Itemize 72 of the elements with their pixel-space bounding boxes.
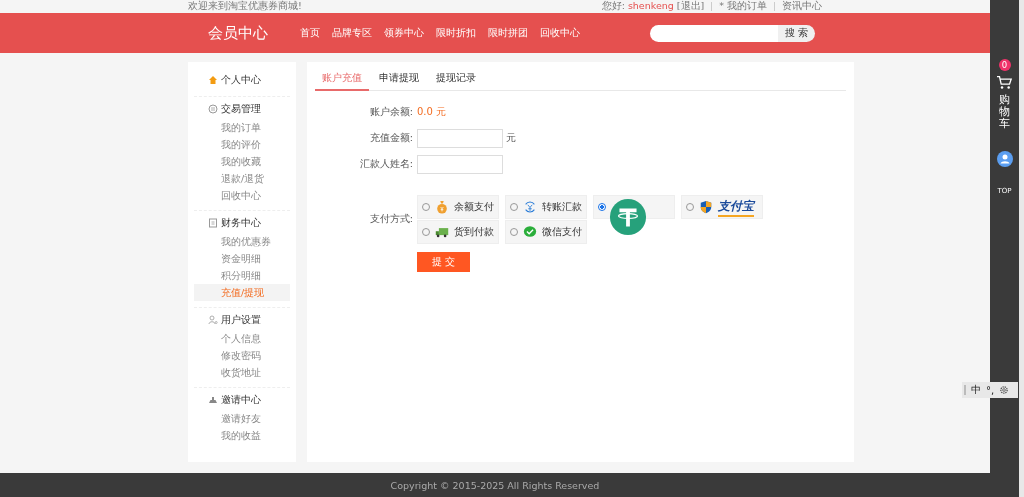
sidebar-item[interactable]: 回收中心 [194,187,290,204]
checkmark-bubble-icon [523,225,537,239]
payment-option[interactable]: 支付宝 [681,195,763,219]
payment-label: 余额支付 [454,200,494,214]
tab[interactable]: 提现记录 [429,69,483,90]
sidebar-item[interactable]: 收货地址 [194,364,290,381]
payment-label: 微信支付 [542,225,582,239]
sidebar-item[interactable]: 我的优惠券 [194,233,290,250]
user-icon [208,315,218,325]
sidebar-item[interactable]: 个人信息 [194,330,290,347]
home-icon [208,75,218,85]
nav-link[interactable]: 品牌专区 [332,26,372,40]
payment-option[interactable]: 微信支付 [505,220,587,244]
sidebar-heading[interactable]: 财务中心 [221,216,261,230]
payment-option[interactable]: 余额支付 [417,195,499,219]
search-button[interactable]: 搜 索 [778,24,815,42]
greeting-text: 您好: [601,0,625,12]
welcome-text: 欢迎来到淘宝优惠券商城! [188,0,302,12]
search-input[interactable] [650,24,778,42]
amount-input[interactable] [417,128,503,148]
payment-option[interactable]: 转账汇款 [505,195,587,219]
sidebar-heading[interactable]: 交易管理 [221,102,261,116]
sidebar-heading[interactable]: 用户设置 [221,313,261,327]
nav-link[interactable]: 回收中心 [540,26,580,40]
cart-count-badge: 0 [998,59,1011,71]
sidebar-item[interactable]: 我的收藏 [194,153,290,170]
sidebar-item[interactable]: 充值/提现 [194,284,290,301]
tab[interactable]: 申请提现 [372,69,426,90]
nav-link[interactable]: 首页 [300,26,320,40]
field-label: 汇款人姓名: [358,157,414,171]
copyright-text: Copyright © 2015-2025 All Rights Reserved [390,479,600,491]
nav-link[interactable]: 领券中心 [384,26,424,40]
nav-link[interactable]: 限时拼团 [488,26,528,40]
yuan-exchange-icon [523,200,537,214]
sidebar-item[interactable]: 退款/退货 [194,170,290,187]
truck-icon [435,225,449,239]
sidebar-item[interactable]: 我的订单 [194,119,290,136]
sidebar-item[interactable]: 我的收益 [194,427,290,444]
avatar-icon[interactable] [996,151,1013,168]
cart-icon[interactable] [996,75,1013,90]
ime-mode[interactable]: 中 [971,383,981,397]
top-link[interactable]: 资讯中心 [782,0,822,12]
sidebar-heading[interactable]: 邀请中心 [221,393,261,407]
sidebar-item[interactable]: 修改密码 [194,347,290,364]
tray-icon [208,395,218,405]
ime-punct[interactable]: °, [986,384,995,396]
logout-link[interactable]: [退出] [676,0,705,12]
username-link[interactable]: shenkeng [627,0,674,12]
field-label: 充值金额: [368,131,414,145]
top-link[interactable]: * 我的订单 [719,0,767,12]
balance-value: 0.0 元 [417,105,447,119]
field-label: 账户余额: [368,105,414,119]
sidebar-item[interactable]: 积分明细 [194,267,290,284]
money-bag-icon [435,200,449,214]
nav-link[interactable]: 限时折扣 [436,26,476,40]
payment-label: 转账汇款 [542,200,582,214]
payment-option[interactable]: 货到付款 [417,220,499,244]
sidebar-item[interactable]: 资金明细 [194,250,290,267]
submit-button[interactable]: 提 交 [417,252,470,272]
tab[interactable]: 账户充值 [315,69,369,91]
payment-label: 货到付款 [454,225,494,239]
sidebar-item[interactable]: 我的评价 [194,136,290,153]
field-label: 支付方式: [368,213,414,226]
shield-icon [699,200,713,214]
unit-text: 元 [506,131,516,145]
cart-label[interactable]: 购物车 [999,94,1010,131]
sidebar-heading[interactable]: 个人中心 [221,73,261,87]
name-input[interactable] [417,154,503,174]
sidebar-item[interactable]: 邀请好友 [194,410,290,427]
page-title: 会员中心 [208,23,269,43]
payment-label: 支付宝 [718,197,754,217]
settings-icon[interactable] [999,385,1010,395]
